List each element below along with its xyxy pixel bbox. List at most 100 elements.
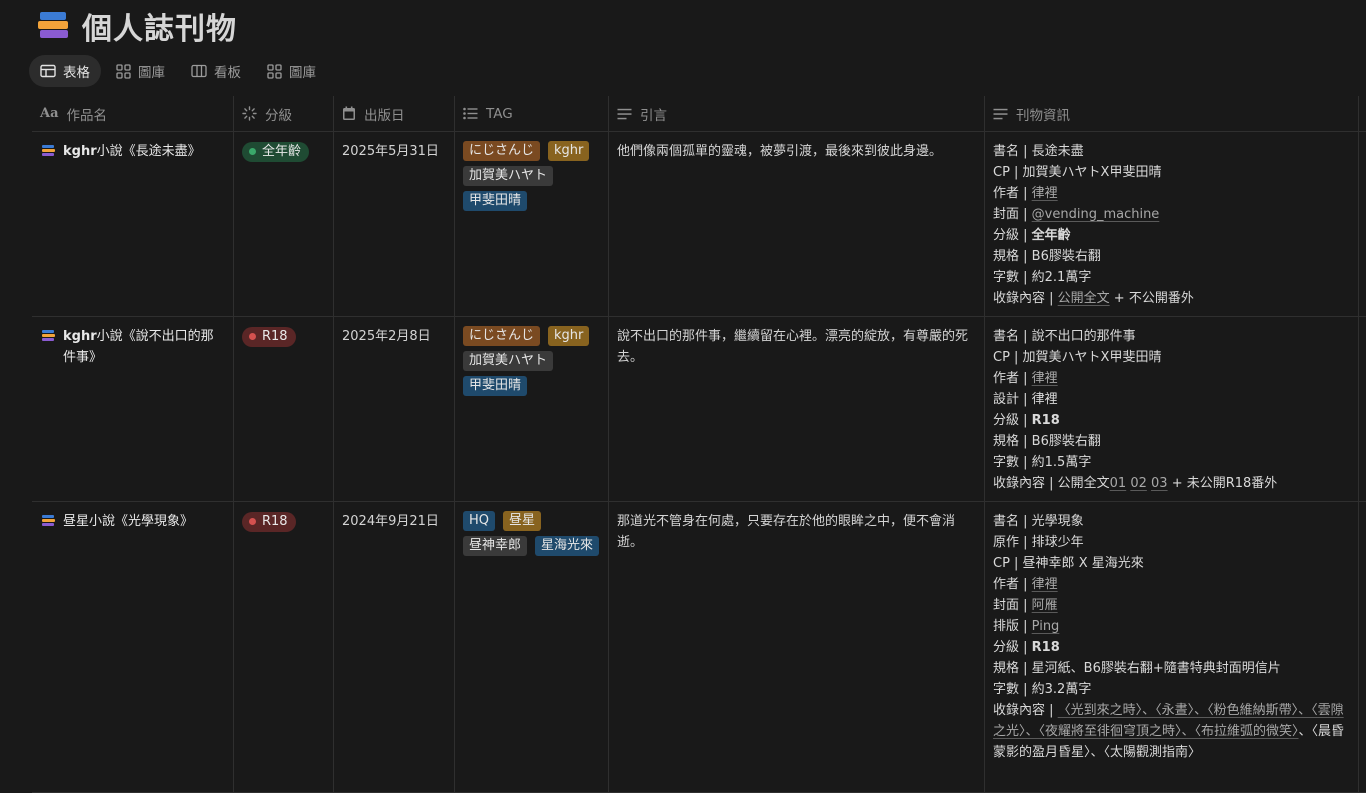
info-line: CP | 加賀美ハヤトX甲斐田晴 <box>993 350 1162 365</box>
tag: 加賀美ハヤト <box>463 351 554 371</box>
info-line: 作者 | 律裡 <box>993 371 1058 386</box>
info-line: 作者 | 律裡 <box>993 577 1058 592</box>
info-line: CP | 加賀美ハヤトX甲斐田晴 <box>993 165 1162 180</box>
cell-quote[interactable]: 那道光不管身在何處，只要存在於他的眼眸之中，便不會消逝。 <box>609 502 985 792</box>
layout-artist-link[interactable]: Ping <box>1032 619 1060 634</box>
quote-text: 他們像兩個孤單的靈魂，被夢引渡，最後來到彼此身邊。 <box>617 144 943 159</box>
gallery-icon <box>267 63 282 79</box>
column-header-rating[interactable]: 分級 <box>234 96 334 131</box>
info-line: 字數 | 約3.2萬字 <box>993 682 1092 697</box>
cell-rating[interactable]: R18 <box>234 502 334 792</box>
table-header: Aa 作品名 分級 出版日 TAG 引言 刊物資訊 <box>32 96 1366 132</box>
cell-rating[interactable]: 全年齡 <box>234 132 334 316</box>
tag: にじさんじ <box>463 141 541 161</box>
author-link[interactable]: 律裡 <box>1032 577 1058 592</box>
status-icon <box>242 106 257 121</box>
tab-table-view[interactable]: 表格 <box>29 55 101 87</box>
tab-gallery-view-2[interactable]: 圖庫 <box>256 55 327 87</box>
view-tabs: 表格 圖庫 看板 圖庫 <box>29 55 327 87</box>
info-line: 分級 | R18 <box>993 413 1060 428</box>
calendar-icon <box>343 106 355 120</box>
quote-text: 說不出口的那件事，繼續留在心裡。漂亮的綻放，有尊嚴的死去。 <box>617 329 969 365</box>
info-line: 分級 | 全年齡 <box>993 228 1071 243</box>
cell-quote[interactable]: 他們像兩個孤單的靈魂，被夢引渡，最後來到彼此身邊。 <box>609 132 985 316</box>
tab-label: 看板 <box>214 65 241 81</box>
cell-tags[interactable]: HQ 昼星 昼神幸郎 星海光來 <box>455 502 609 792</box>
column-label: 引言 <box>640 107 667 124</box>
books-icon[interactable] <box>38 9 72 43</box>
info-line: 規格 | 星河紙、B6膠裝右翻+隨書特典封面明信片 <box>993 661 1281 676</box>
board-icon <box>191 64 207 78</box>
chapter-link[interactable]: 01 <box>1110 476 1127 491</box>
cell-info[interactable]: 書名 | 說不出口的那件事 CP | 加賀美ハヤトX甲斐田晴 作者 | 律裡 設… <box>985 317 1359 501</box>
author-link[interactable]: 律裡 <box>1032 186 1058 201</box>
info-line: 規格 | B6膠裝右翻 <box>993 434 1101 449</box>
column-header-info[interactable]: 刊物資訊 <box>985 96 1359 131</box>
column-header-quote[interactable]: 引言 <box>609 96 985 131</box>
table-icon <box>40 64 56 78</box>
tab-board-view[interactable]: 看板 <box>180 55 252 87</box>
author-link[interactable]: 律裡 <box>1032 371 1058 386</box>
column-header-tag[interactable]: TAG <box>455 96 609 131</box>
info-line: 作者 | 律裡 <box>993 186 1058 201</box>
date-value: 2024年9月21日 <box>342 514 439 529</box>
cell-name[interactable]: 昼星小說《光學現象》 <box>32 502 234 792</box>
title-prefix: kghr <box>63 144 97 159</box>
info-line: CP | 昼神幸郎 X 星海光來 <box>993 556 1144 571</box>
title-text: 小說《長途未盡》 <box>96 144 201 159</box>
chapter-link[interactable]: 03 <box>1151 476 1168 491</box>
quote-text: 那道光不管身在何處，只要存在於他的眼眸之中，便不會消逝。 <box>617 514 956 550</box>
status-badge: 全年齡 <box>242 141 310 162</box>
info-line: 分級 | R18 <box>993 640 1060 655</box>
column-header-date[interactable]: 出版日 <box>334 96 455 131</box>
status-label: 全年齡 <box>262 144 302 159</box>
cover-artist-link[interactable]: 阿雁 <box>1032 598 1058 613</box>
info-line: 書名 | 光學現象 <box>993 514 1084 529</box>
status-badge: R18 <box>242 326 296 347</box>
cell-tags[interactable]: にじさんじ kghr 加賀美ハヤト 甲斐田晴 <box>455 132 609 316</box>
cell-tags[interactable]: にじさんじ kghr 加賀美ハヤト 甲斐田晴 <box>455 317 609 501</box>
status-dot <box>249 148 256 155</box>
books-icon <box>42 329 56 343</box>
cell-quote[interactable]: 說不出口的那件事，繼續留在心裡。漂亮的綻放，有尊嚴的死去。 <box>609 317 985 501</box>
tag: にじさんじ <box>463 326 541 346</box>
cell-date[interactable]: 2025年2月8日 <box>334 317 455 501</box>
status-label: R18 <box>262 514 288 529</box>
text-property-icon: Aa <box>40 106 59 121</box>
cell-rating[interactable]: R18 <box>234 317 334 501</box>
cell-date[interactable]: 2024年9月21日 <box>334 502 455 792</box>
info-line: 封面 | 阿雁 <box>993 598 1058 613</box>
date-value: 2025年5月31日 <box>342 144 439 159</box>
cover-artist-link[interactable]: @vending_machine <box>1032 207 1160 222</box>
column-label: 出版日 <box>364 107 405 124</box>
info-line: 書名 | 長途未盡 <box>993 144 1084 159</box>
info-line: 收錄內容 | 〈光到來之時〉、〈永晝〉、〈粉色維納斯帶〉、〈雲隙之光〉、〈夜耀將… <box>993 703 1345 760</box>
cell-name[interactable]: kghr小說《說不出口的那件事》 <box>32 317 234 501</box>
table-row[interactable]: 昼星小說《光學現象》 R18 2024年9月21日 HQ 昼星 昼神幸郎 星海光… <box>32 502 1366 793</box>
column-label: 分級 <box>265 107 292 124</box>
tag: 加賀美ハヤト <box>463 166 554 186</box>
text-lines-icon <box>993 108 1008 119</box>
info-line: 原作 | 排球少年 <box>993 535 1084 550</box>
books-icon <box>42 144 56 158</box>
tag: HQ <box>463 511 496 531</box>
cell-date[interactable]: 2025年5月31日 <box>334 132 455 316</box>
page-title[interactable]: 個人誌刊物 <box>82 4 237 48</box>
content-link[interactable]: 公開全文 <box>1058 291 1110 306</box>
table-row[interactable]: kghr小說《說不出口的那件事》 R18 2025年2月8日 にじさんじ kgh… <box>32 317 1366 502</box>
chapter-link[interactable]: 02 <box>1130 476 1147 491</box>
column-header-name[interactable]: Aa 作品名 <box>32 96 234 131</box>
tab-gallery-view[interactable]: 圖庫 <box>105 55 176 87</box>
title-prefix: kghr <box>63 329 97 344</box>
table-row[interactable]: kghr小說《長途未盡》 全年齡 2025年5月31日 にじさんじ kghr 加… <box>32 132 1366 317</box>
title-text: 昼星小說《光學現象》 <box>63 514 194 529</box>
cell-info[interactable]: 書名 | 光學現象 原作 | 排球少年 CP | 昼神幸郎 X 星海光來 作者 … <box>985 502 1359 792</box>
text-lines-icon <box>617 108 632 119</box>
info-line: 字數 | 約2.1萬字 <box>993 270 1092 285</box>
info-line: 設計 | 律裡 <box>993 392 1058 407</box>
info-line: 封面 | @vending_machine <box>993 207 1160 222</box>
cell-name[interactable]: kghr小說《長途未盡》 <box>32 132 234 316</box>
cell-info[interactable]: 書名 | 長途未盡 CP | 加賀美ハヤトX甲斐田晴 作者 | 律裡 封面 | … <box>985 132 1359 316</box>
tab-label: 圖庫 <box>138 65 165 81</box>
info-line: 收錄內容 | 公開全文 + 不公開番外 <box>993 291 1194 306</box>
